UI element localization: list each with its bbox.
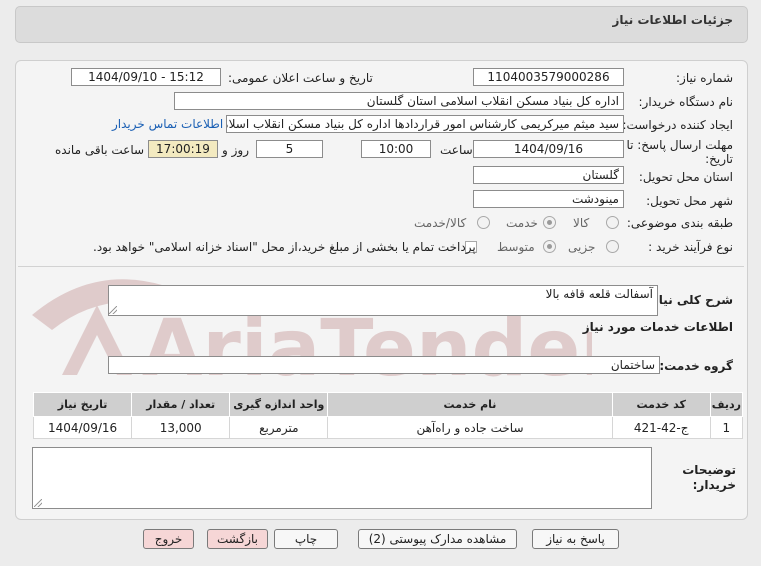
requester-field: سید میثم میرکریمی کارشناس امور قراردادها…	[226, 115, 624, 133]
category-option-goods: کالا	[573, 216, 590, 230]
category-radio-service[interactable]	[543, 216, 556, 229]
reply-button[interactable]: پاسخ به نیاز	[532, 529, 619, 549]
resize-handle-icon[interactable]	[109, 306, 117, 314]
col-quantity: تعداد / مقدار	[131, 392, 231, 417]
col-service-name: نام خدمت	[327, 392, 613, 417]
days-label: روز و	[222, 143, 249, 157]
purchase-radio-minor[interactable]	[606, 240, 619, 253]
buyer-notes-label-2: خریدار:	[692, 478, 736, 492]
back-button[interactable]: بازگشت	[207, 529, 268, 549]
category-option-goods-service: کالا/خدمت	[414, 216, 467, 230]
buyer-notes-field[interactable]	[32, 447, 652, 509]
services-section-title: اطلاعات خدمات مورد نیاز	[582, 320, 733, 334]
province-field: گلستان	[473, 166, 624, 184]
city-label: شهر محل تحویل:	[646, 194, 733, 208]
col-row-number: ردیف	[709, 392, 744, 417]
col-service-code: کد خدمت	[611, 392, 711, 417]
treasury-note: پرداخت تمام یا بخشی از مبلغ خرید،از محل …	[93, 240, 476, 254]
category-option-service: خدمت	[506, 216, 538, 230]
col-unit: واحد اندازه گیری	[229, 392, 329, 417]
cell-service-code: ج-42-421	[611, 416, 711, 439]
announce-date-label: تاریخ و ساعت اعلان عمومی:	[228, 71, 373, 85]
purchase-option-medium: متوسط	[497, 240, 535, 254]
page-title: جزئیات اطلاعات نیاز	[612, 13, 733, 27]
deadline-label: مهلت ارسال پاسخ: تا	[626, 138, 733, 152]
table-header-row: ردیف کد خدمت نام خدمت واحد اندازه گیری ت…	[32, 392, 744, 417]
remaining-label: ساعت باقی مانده	[55, 143, 145, 157]
cell-quantity: 13,000	[131, 416, 231, 439]
attachments-button[interactable]: مشاهده مدارک پیوستی (2)	[358, 529, 517, 549]
buyer-contact-link[interactable]: اطلاعات تماس خریدار	[112, 117, 223, 131]
services-table: ردیف کد خدمت نام خدمت واحد اندازه گیری ت…	[32, 392, 744, 439]
print-button[interactable]: چاپ	[274, 529, 338, 549]
resize-handle-icon[interactable]	[34, 499, 42, 507]
section-divider	[18, 266, 744, 267]
city-field: مینودشت	[473, 190, 624, 208]
purchase-radio-medium[interactable]	[543, 240, 556, 253]
days-field: 5	[256, 140, 323, 158]
deadline-time-field: 10:00	[361, 140, 431, 158]
need-number-field: 1104003579000286	[473, 68, 624, 86]
category-radio-goods-service[interactable]	[477, 216, 490, 229]
service-group-field: ساختمان	[108, 356, 660, 374]
deadline-label-date: تاریخ:	[705, 152, 733, 166]
remaining-time-field: 17:00:19	[148, 140, 218, 158]
need-description-field[interactable]: آسفالت قلعه قافه بالا	[108, 285, 658, 316]
exit-button[interactable]: خروج	[143, 529, 194, 549]
buyer-org-label: نام دستگاه خریدار:	[638, 95, 734, 109]
col-need-date: تاریخ نیاز	[32, 392, 133, 417]
cell-service-name: ساخت جاده و راه‌آهن	[327, 416, 613, 439]
purchase-option-minor: جزیی	[568, 240, 596, 254]
requester-label: ایجاد کننده درخواست:	[622, 118, 733, 132]
service-group-label: گروه خدمت:	[659, 359, 733, 373]
category-label: طبقه بندی موضوعی:	[626, 216, 733, 230]
buyer-org-field: اداره کل بنیاد مسکن انقلاب اسلامی استان …	[174, 92, 624, 110]
cell-need-date: 1404/09/16	[32, 416, 133, 439]
table-row: 1 ج-42-421 ساخت جاده و راه‌آهن مترمربع 1…	[32, 416, 744, 439]
buyer-notes-label: توضیحات	[682, 463, 736, 477]
deadline-date-field: 1404/09/16	[473, 140, 624, 158]
need-number-label: شماره نیاز:	[676, 71, 733, 85]
cell-row-number: 1	[709, 416, 744, 439]
province-label: استان محل تحویل:	[638, 170, 733, 184]
category-radio-goods[interactable]	[606, 216, 619, 229]
purchase-type-label: نوع فرآیند خرید :	[648, 240, 733, 254]
cell-unit: مترمربع	[229, 416, 329, 439]
need-description-text: آسفالت قلعه قافه بالا	[545, 287, 653, 301]
need-description-label: شرح کلی نیاز:	[647, 293, 733, 307]
announce-date-field: 1404/09/10 - 15:12	[71, 68, 221, 86]
deadline-time-label: ساعت	[440, 143, 473, 157]
